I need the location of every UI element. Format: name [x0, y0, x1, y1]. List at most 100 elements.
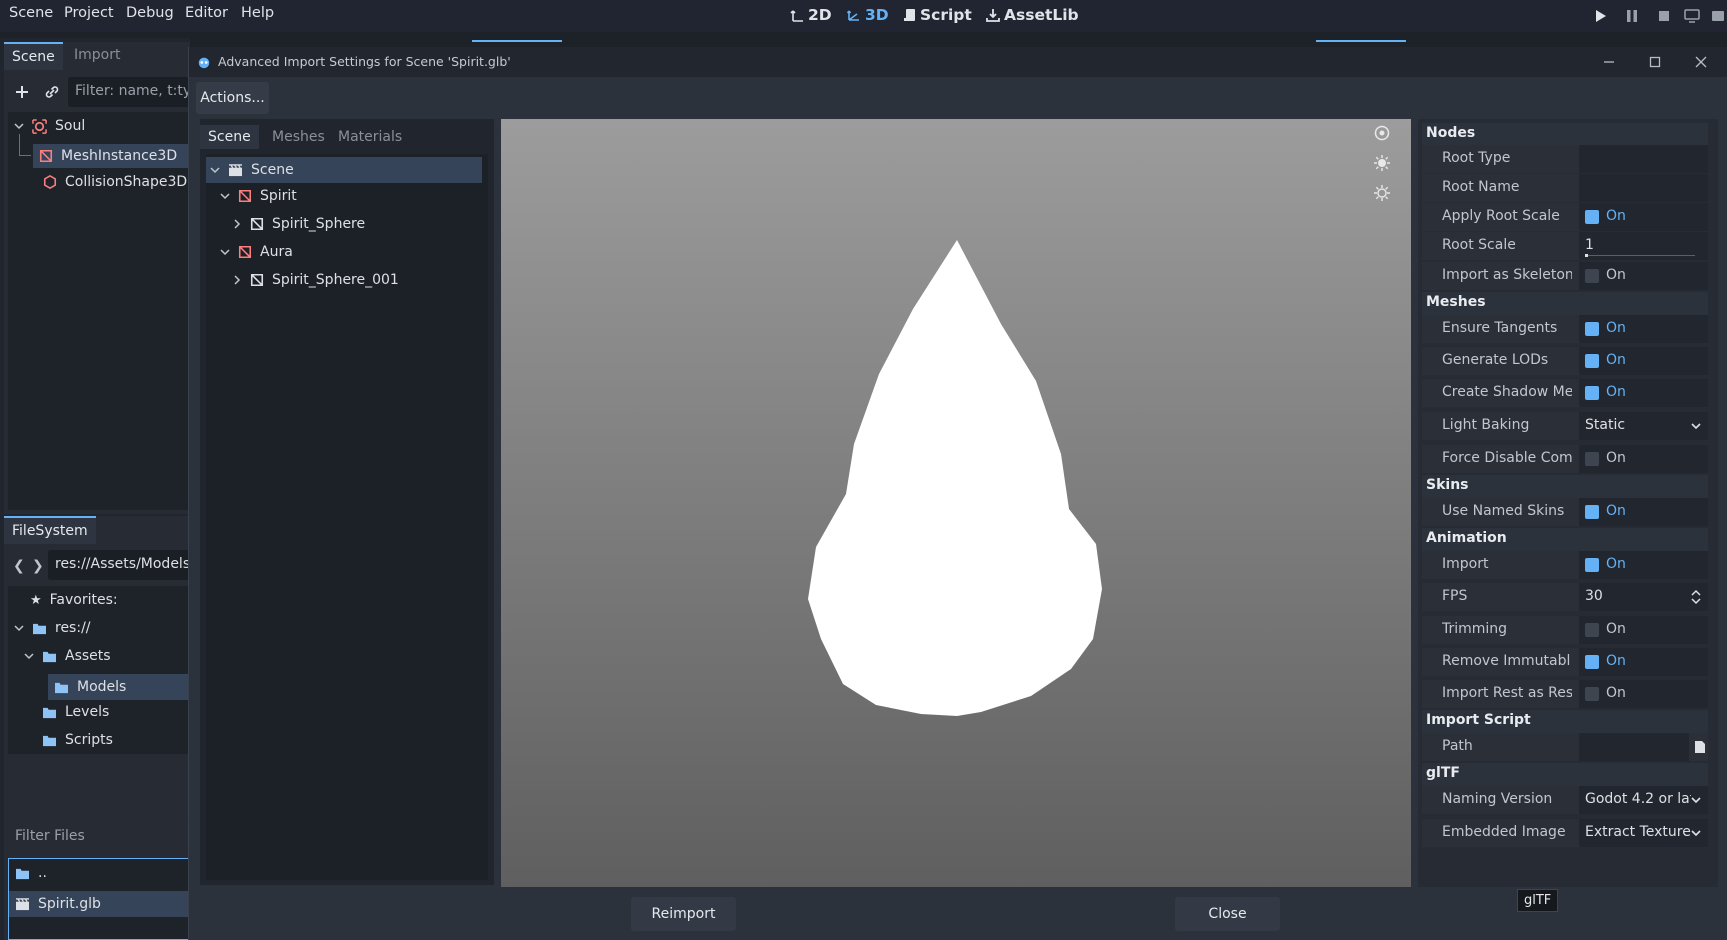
use-named-skins-checkbox[interactable]: On	[1579, 498, 1708, 526]
camera-orbit-icon[interactable]	[1373, 124, 1391, 142]
add-node-icon[interactable]	[14, 84, 30, 100]
tab-filesystem[interactable]: FileSystem	[4, 516, 96, 544]
folder-icon	[33, 623, 46, 634]
play-icon[interactable]	[1592, 8, 1608, 24]
prop-label: Naming Version	[1442, 791, 1553, 807]
tab-import[interactable]: Import	[66, 42, 128, 68]
menu-project[interactable]: Project	[64, 5, 114, 21]
file-item-spirit-glb[interactable]: Spirit.glb	[9, 891, 189, 917]
workspace-assetlib-button[interactable]: AssetLib	[986, 6, 1079, 24]
tree-item-collisionshape3d[interactable]: CollisionShape3D	[43, 174, 187, 190]
mesh-icon	[250, 217, 264, 231]
file-item-parent[interactable]: ..	[15, 865, 47, 881]
workspace-2d-button[interactable]: 2D	[790, 6, 832, 24]
workspace-script-button[interactable]: Script	[904, 6, 972, 24]
tab-materials[interactable]: Materials	[330, 125, 410, 149]
movie-icon[interactable]	[1710, 8, 1726, 24]
link-icon[interactable]	[44, 84, 60, 100]
light-2-icon[interactable]	[1373, 184, 1391, 202]
stop-icon[interactable]	[1656, 8, 1672, 24]
tree-item-levels[interactable]: Levels	[42, 704, 109, 720]
menu-scene[interactable]: Scene	[9, 5, 53, 21]
tree-item-assets[interactable]: Assets	[24, 648, 111, 664]
section-import-script[interactable]: Import Script	[1422, 710, 1708, 734]
tree-item-scripts[interactable]: Scripts	[42, 732, 113, 748]
menu-editor[interactable]: Editor	[185, 5, 228, 21]
section-animation[interactable]: Animation	[1422, 528, 1708, 552]
import-tree-item-scene[interactable]: Scene	[206, 157, 482, 183]
force-disable-checkbox[interactable]: On	[1579, 445, 1708, 473]
mesh-icon	[250, 273, 264, 287]
light-1-icon[interactable]	[1373, 154, 1391, 172]
prop-import-rest-as-reset: Import Rest as Res On	[1422, 680, 1708, 708]
chevron-down-icon[interactable]	[220, 191, 230, 201]
slider-grabber[interactable]	[1585, 254, 1588, 257]
import-tree-item-spirit-sphere-001[interactable]: Spirit_Sphere_001	[232, 272, 399, 288]
checkbox-checked-icon	[1585, 505, 1599, 519]
apply-root-scale-checkbox[interactable]: On	[1579, 203, 1708, 231]
file-browse-icon[interactable]	[1694, 740, 1706, 754]
filter-files-input[interactable]: Filter Files	[8, 822, 190, 852]
embedded-image-dropdown[interactable]: Extract Textures	[1579, 819, 1708, 847]
reimport-button[interactable]: Reimport	[631, 897, 736, 931]
generate-lods-checkbox[interactable]: On	[1579, 347, 1708, 375]
chevron-right-icon[interactable]	[232, 219, 242, 229]
create-shadow-checkbox[interactable]: On	[1579, 379, 1708, 407]
checkbox-unchecked-icon	[1585, 269, 1599, 283]
chevron-down-icon[interactable]	[24, 651, 34, 661]
tree-item-favorites[interactable]: ★ Favorites:	[30, 592, 118, 608]
close-button[interactable]: Close	[1175, 897, 1280, 931]
pause-icon[interactable]	[1624, 8, 1640, 24]
root-name-field[interactable]	[1579, 174, 1708, 202]
left-dock: Scene Import Filter: name, t:ty Soul Mes…	[0, 38, 190, 940]
import-tree-item-spirit-sphere[interactable]: Spirit_Sphere	[232, 216, 365, 232]
section-meshes[interactable]: Meshes	[1422, 292, 1708, 316]
tree-item-models[interactable]: Models	[48, 674, 190, 700]
path-field[interactable]	[1579, 733, 1689, 761]
root-scale-slider[interactable]: 1	[1579, 232, 1708, 260]
animation-import-checkbox[interactable]: On	[1579, 551, 1708, 579]
light-baking-dropdown[interactable]: Static	[1579, 412, 1708, 440]
back-icon[interactable]: ❮	[13, 558, 25, 574]
filesystem-path-input[interactable]: res://Assets/Models/	[48, 550, 190, 580]
chevron-down-icon[interactable]	[220, 247, 230, 257]
filesystem-tree: ★ Favorites: res:// Assets Models Levels	[8, 586, 190, 754]
tab-scene[interactable]: Scene	[4, 42, 63, 70]
remote-debug-icon[interactable]	[1684, 8, 1700, 24]
chevron-right-icon[interactable]	[232, 275, 242, 285]
tab-scene[interactable]: Scene	[200, 125, 259, 149]
minimize-icon[interactable]	[1601, 54, 1617, 70]
preview-viewport[interactable]	[501, 119, 1411, 887]
trimming-checkbox[interactable]: On	[1579, 616, 1708, 644]
close-icon[interactable]	[1693, 54, 1709, 70]
tree-item-res[interactable]: res://	[14, 620, 91, 636]
root-type-field[interactable]	[1579, 145, 1708, 173]
tree-item-meshinstance3d[interactable]: MeshInstance3D	[33, 144, 190, 168]
chevron-down-icon[interactable]	[14, 623, 24, 633]
naming-version-dropdown[interactable]: Godot 4.2 or late	[1579, 786, 1708, 814]
maximize-icon[interactable]	[1647, 54, 1663, 70]
tree-item-soul[interactable]: Soul	[14, 118, 85, 134]
section-gltf[interactable]: glTF	[1422, 763, 1708, 787]
menu-help[interactable]: Help	[241, 5, 274, 21]
chevron-down-icon[interactable]	[14, 121, 24, 131]
actions-button[interactable]: Actions...	[196, 82, 269, 114]
import-as-skeleton-checkbox[interactable]: On	[1579, 262, 1708, 290]
import-tree-item-aura[interactable]: Aura	[220, 244, 293, 260]
spin-updown-icon[interactable]	[1690, 589, 1702, 605]
fps-spinbox[interactable]: 30	[1579, 583, 1708, 611]
section-skins[interactable]: Skins	[1422, 475, 1708, 499]
forward-icon[interactable]: ❯	[32, 558, 44, 574]
workspace-3d-button[interactable]: 3D	[847, 6, 889, 24]
import-tree-item-spirit[interactable]: Spirit	[220, 188, 297, 204]
tab-meshes[interactable]: Meshes	[264, 125, 333, 149]
section-nodes[interactable]: Nodes	[1422, 123, 1708, 147]
menu-debug[interactable]: Debug	[126, 5, 174, 21]
scene-filter-input[interactable]: Filter: name, t:ty	[68, 77, 190, 107]
godot-logo-icon	[198, 57, 210, 69]
import-rest-checkbox[interactable]: On	[1579, 680, 1708, 708]
chevron-down-icon[interactable]	[210, 165, 220, 175]
remove-immutable-checkbox[interactable]: On	[1579, 648, 1708, 676]
prop-apply-root-scale: Apply Root Scale On	[1422, 203, 1708, 231]
ensure-tangents-checkbox[interactable]: On	[1579, 315, 1708, 343]
